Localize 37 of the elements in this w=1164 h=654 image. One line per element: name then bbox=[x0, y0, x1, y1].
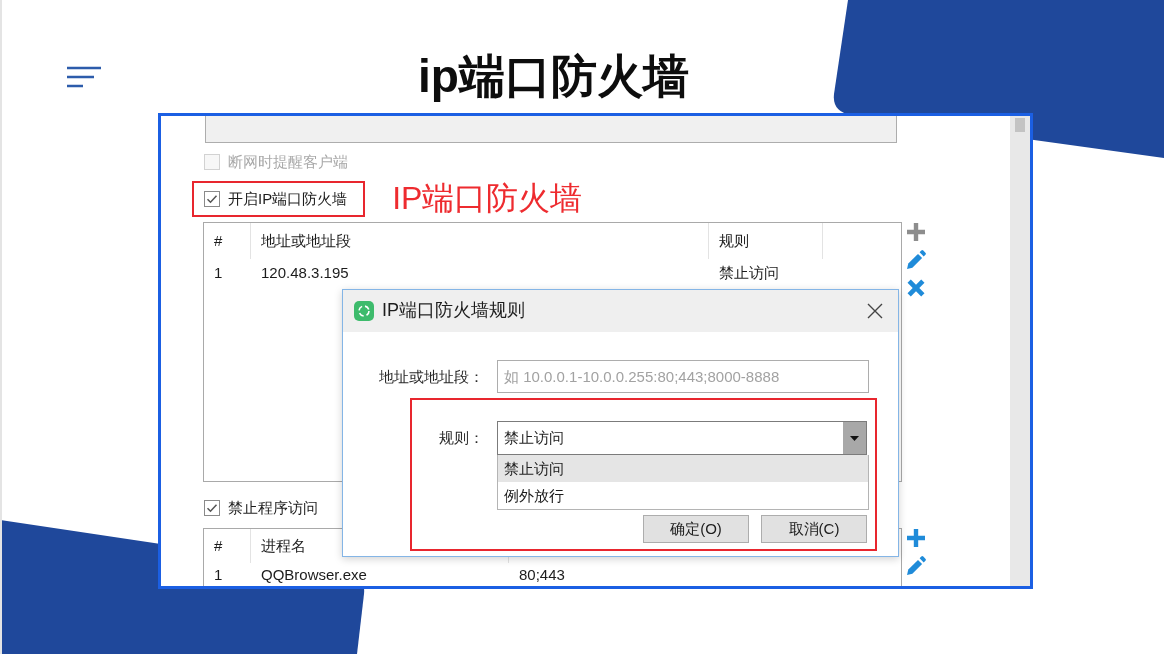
pencil-icon[interactable] bbox=[906, 556, 926, 576]
cell-text: QQBrowser.exe bbox=[261, 566, 367, 584]
cell-text: 1 bbox=[214, 566, 223, 584]
close-icon bbox=[867, 303, 883, 319]
column-header: 进程名 bbox=[261, 537, 306, 555]
dropdown-option[interactable]: 例外放行 bbox=[498, 482, 868, 509]
dialog-title: IP端口防火墙规则 bbox=[382, 300, 525, 322]
menu-icon bbox=[66, 65, 102, 88]
dropdown-option[interactable]: 禁止访问 bbox=[498, 455, 868, 482]
x-icon[interactable] bbox=[906, 278, 926, 298]
checkbox-label: 禁止程序访问 bbox=[228, 499, 318, 517]
cell-text: 禁止访问 bbox=[719, 264, 779, 282]
annotation-text: IP端口防火墙 bbox=[392, 181, 583, 217]
cell-text: 80;443 bbox=[519, 566, 565, 584]
app-icon bbox=[354, 301, 374, 321]
dialog-button[interactable]: 取消(C) bbox=[761, 515, 867, 543]
column-header: # bbox=[214, 232, 223, 250]
pencil-icon[interactable] bbox=[906, 250, 926, 270]
scrollbar-thumb[interactable] bbox=[1015, 118, 1025, 132]
dropdown-field[interactable]: 禁止访问 bbox=[496, 421, 867, 455]
scrollbar[interactable] bbox=[1010, 116, 1030, 586]
column-header: 规则 bbox=[719, 232, 749, 250]
checkbox-label: 断网时提醒客户端 bbox=[228, 153, 348, 171]
field-label: 规则： bbox=[437, 429, 484, 447]
checkbox-label: 开启IP端口防火墙 bbox=[228, 190, 348, 208]
checkbox[interactable] bbox=[204, 500, 220, 516]
caret-icon bbox=[843, 422, 866, 454]
checkbox[interactable] bbox=[204, 191, 220, 207]
address-input[interactable]: 如 10.0.0.1-10.0.0.255:80;443;8000-8888 bbox=[497, 360, 869, 393]
slide-title: ip端口防火墙 bbox=[418, 51, 689, 102]
column-header: # bbox=[214, 537, 223, 555]
column-header: 地址或地址段 bbox=[261, 232, 351, 250]
plus-icon[interactable] bbox=[906, 528, 926, 548]
dialog-button[interactable]: 确定(O) bbox=[643, 515, 749, 543]
cell-text: 1 bbox=[214, 264, 223, 282]
field-label: 地址或地址段： bbox=[378, 367, 484, 386]
cell-text: 120.48.3.195 bbox=[261, 264, 349, 282]
